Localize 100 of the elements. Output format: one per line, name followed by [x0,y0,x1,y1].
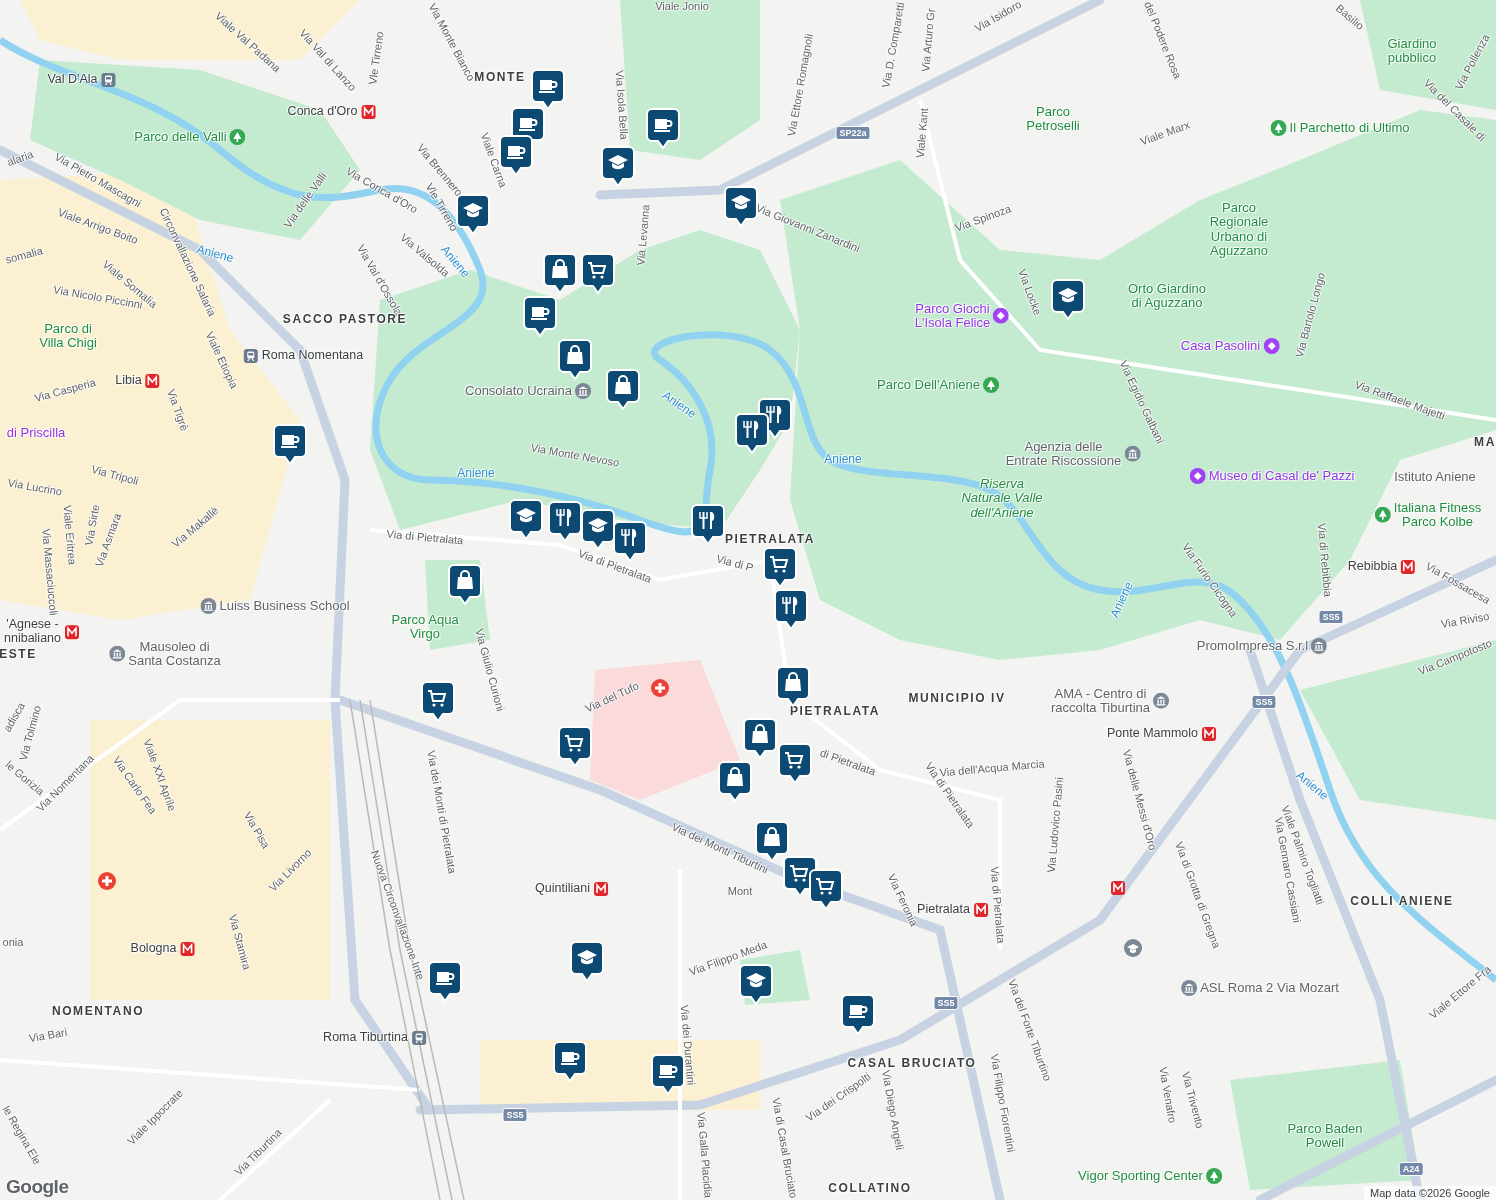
park-name: Giardino pubblico [1387,36,1437,66]
street-name: Via Riviso [1439,609,1491,631]
building-icon [1311,638,1328,654]
district-name: COLLI ANIENE [1350,895,1454,909]
street-name: Via Filippo Meda [687,938,769,978]
river-name: Aniene [195,242,235,265]
tree-icon [1270,120,1287,136]
station-name: Libia [115,374,142,388]
metro-icon [144,373,161,389]
cup-icon [519,118,538,131]
diamond-marker-icon [1189,468,1206,484]
street-name: somalia [4,244,44,266]
fork-knife-icon [699,511,715,529]
street-name: Via Casperia [33,376,97,404]
street-name: del Podere Rosa [1142,0,1184,81]
district-name: MONTE [474,71,526,85]
street-name: Mont [727,884,753,898]
building-icon [109,646,126,662]
place-name: Mausoleo di Santa Costanza [128,639,221,669]
street-name: Vle Tirreno [366,30,386,86]
park-name: Parco delle Valli [134,129,227,145]
park-name: Parco di Villa Chigi [39,321,97,351]
place-name: Agenzia delle Entrate Riscossione [1005,439,1122,469]
district-name: COLLATINO [828,1182,912,1196]
shopping-bag-icon [764,827,780,846]
district-name: MUNICIPIO IV [908,692,1006,706]
park-name: Parco Petroselli [1026,104,1080,134]
street-name: alaria [5,147,35,169]
shopping-cart-icon [427,690,447,707]
shopping-bag-icon [615,375,631,394]
building-icon [200,598,217,614]
station-name: Quintiliani [535,882,590,896]
place-name: ASL Roma 2 Via Mozart [1200,980,1339,996]
street-name: Via dell'Acqua Marcia [939,757,1045,779]
district-name: PIETRALATA [789,705,881,719]
place-name: Casa Pasolini [1180,338,1261,354]
park-name: Parco Dell'Aniene [877,377,980,393]
metro-icon [1110,880,1126,896]
station-name: Rebibbia [1347,560,1398,574]
building-icon [1153,693,1169,709]
fork-knife-icon [782,596,798,614]
metro-icon [1201,726,1217,742]
cup-icon [561,1052,580,1065]
shopping-cart-icon [784,752,804,769]
fork-knife-icon [766,405,782,423]
street-name: Via Lucrino [6,476,64,498]
shopping-bag-icon [552,259,568,278]
street-name: Via dei Durantini [678,1004,698,1086]
cup-icon [654,119,673,132]
cup-icon [539,80,558,93]
tree-icon [1205,1168,1222,1184]
park-name: Parco Baden Powell [1287,1121,1363,1151]
park-name: Parco Regionale Urbano di Aguzzano [1209,201,1269,259]
station-name: Pietralata [917,903,970,917]
street-name: Via Isola Bella [613,69,631,141]
street-name: Via di Casal Bruciato [770,1096,800,1200]
fork-knife-icon [556,508,572,526]
graduation-cap-icon [731,195,751,210]
street-name: Via Ettore Romagnoli [785,32,815,138]
road-shield: A24 [1398,1162,1424,1176]
place-name: di Priscilla [6,425,66,441]
place-name: Parco Giochi L'Isola Felice [914,301,991,331]
shopping-cart-icon [769,556,789,573]
google-logo: Google [6,1176,69,1198]
station-name: Ponte Mammolo [1107,727,1198,741]
station-name: Roma Tiburtina [323,1031,408,1045]
street-name: Via D. Comparetti [879,1,907,89]
street-name: Via di Pietralata [386,527,464,547]
diamond-marker-icon [1263,338,1280,354]
station-name: Bologna [130,942,177,956]
street-name: Via Spinoza [953,202,1013,234]
place-name: Luiss Business School [219,598,350,614]
metro-icon [64,624,80,640]
street-name: Via di Grotta di Gregna [1173,840,1223,950]
street-name: Via Monte Nevoso [529,441,621,469]
street-name: Via delle Messi d'Oro [1120,748,1160,852]
hospital-icon [98,872,116,890]
street-name: Via Bari [28,1025,68,1045]
station-name: 'Agnese - nnibaliano [4,618,61,646]
metro-icon [1400,559,1417,575]
road-shield: SP22a [835,126,871,140]
road-shield: SS5 [1318,610,1344,624]
river-name: Aniene [824,453,862,467]
street-name: Via di P [715,552,755,574]
building-icon [1124,446,1141,462]
cup-icon [659,1065,678,1078]
street-name: Via del Tufo [583,679,641,715]
street-name: Via di Pietralata [988,866,1008,944]
street-name: Viale Eritrea [61,504,79,566]
river-name: Aniene [457,467,495,481]
graduation-cap-icon [463,203,483,218]
district-name: MA [1474,436,1496,450]
graduation-cap-icon [577,950,597,965]
street-name: Via Giulio Curioni [473,627,507,713]
street-name: Via di Rebibbia [1315,522,1335,598]
street-name: Via Filippo Fiorentini [988,1052,1018,1154]
street-name: Via Locke [1016,267,1044,317]
street-name: Via Stamira [226,913,254,971]
district-name: PIETRALATA [724,533,816,547]
shopping-bag-icon [567,345,583,364]
